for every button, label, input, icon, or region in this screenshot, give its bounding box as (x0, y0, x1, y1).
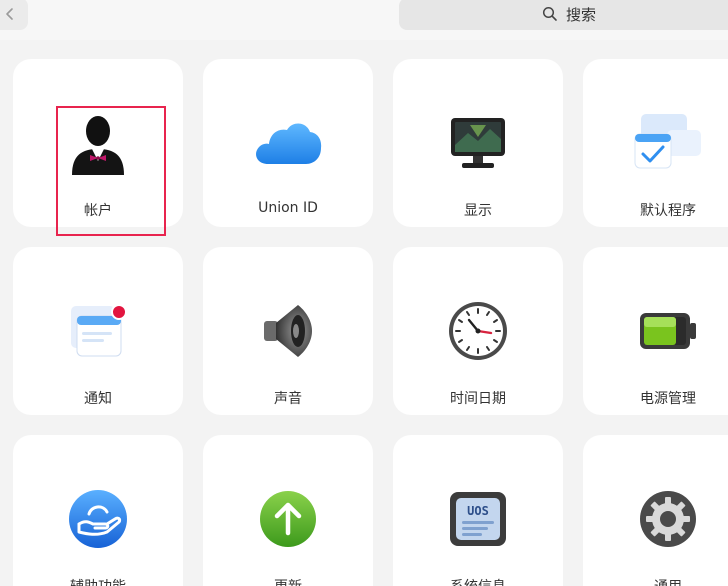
tile-label: 帐户 (84, 203, 112, 219)
search-placeholder: 搜索 (565, 5, 596, 24)
tile-display[interactable]: 显示 (393, 59, 563, 227)
tile-system-info[interactable]: UOS 系统信息 (393, 435, 563, 586)
tile-account[interactable]: 帐户 (13, 59, 183, 227)
system-info-chip-icon: UOS (450, 492, 506, 546)
speaker-icon (264, 305, 312, 357)
tile-label: 电源管理 (640, 391, 696, 407)
tile-default-apps[interactable]: 默认程序 (583, 59, 728, 227)
tile-label: 默认程序 (640, 203, 696, 219)
tile-label: 更新 (203, 576, 373, 586)
tile-accessibility[interactable]: 辅助功能 (13, 435, 183, 586)
gear-icon (640, 491, 696, 547)
notification-icon (71, 304, 127, 357)
user-account-icon (72, 116, 124, 175)
tile-label: 通知 (84, 391, 112, 407)
chip-label: UOS (467, 504, 489, 518)
tile-label: 系统信息 (393, 576, 563, 586)
tile-sound[interactable]: 声音 (203, 247, 373, 415)
tile-label: 声音 (274, 391, 302, 407)
update-arrow-icon (260, 491, 316, 547)
tile-general[interactable]: 通用 (583, 435, 728, 586)
search-icon (542, 6, 557, 21)
search-input[interactable]: 搜索 (399, 0, 728, 30)
tile-label: 显示 (464, 203, 492, 219)
tile-union-id[interactable]: Union ID (203, 59, 373, 227)
tile-notification[interactable]: 通知 (13, 247, 183, 415)
tile-label: 辅助功能 (13, 576, 183, 586)
chevron-left-icon (6, 8, 13, 20)
default-apps-icon (634, 114, 701, 169)
tile-label: 通用 (583, 576, 728, 586)
tile-update[interactable]: 更新 (203, 435, 373, 586)
battery-icon (640, 313, 696, 349)
back-button[interactable] (0, 0, 28, 30)
control-center-window: 搜索 帐户 Union ID 显示 默认程序 通知 声音 时间日期 电源管理 U… (0, 0, 728, 586)
cloud-icon (256, 123, 322, 164)
clock-icon (449, 302, 507, 360)
accessibility-hand-icon (69, 490, 127, 548)
tile-label: 时间日期 (450, 391, 506, 407)
title-bar: 搜索 (0, 0, 728, 40)
tile-label: Union ID (258, 200, 318, 216)
monitor-icon (451, 118, 505, 168)
tile-power[interactable]: 电源管理 (583, 247, 728, 415)
tile-datetime[interactable]: 时间日期 (393, 247, 563, 415)
